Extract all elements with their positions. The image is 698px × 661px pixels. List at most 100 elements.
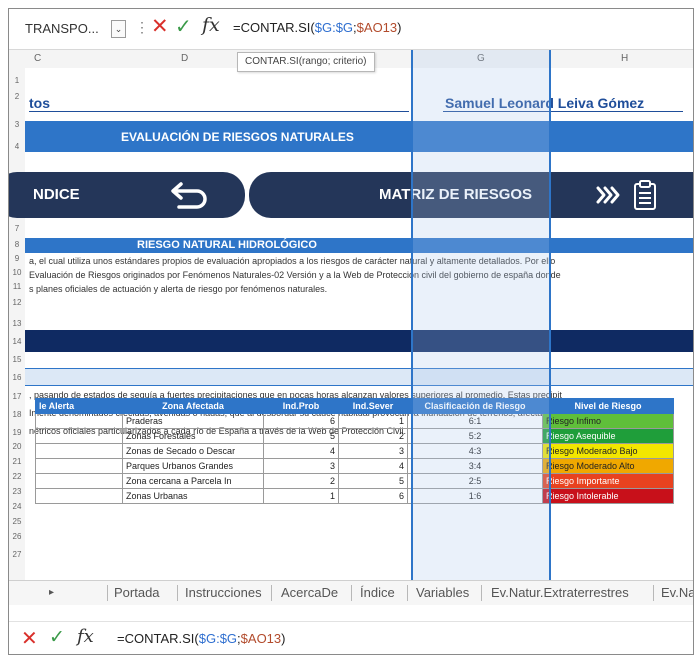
column-heading: le Alerta [35,398,123,414]
risk-level-cell[interactable]: Riesgo Importante [542,473,674,489]
probability-cell[interactable]: 2 [263,473,339,489]
severity-cell[interactable]: 4 [338,458,408,474]
row-header[interactable]: 9 [9,254,25,263]
row-header[interactable]: 11 [9,282,25,291]
row-header[interactable]: 3 [9,120,25,129]
probability-cell[interactable]: 1 [263,488,339,504]
probability-cell[interactable]: 3 [263,458,339,474]
zone-cell[interactable]: Zonas Forestales [122,428,264,444]
row-header[interactable]: 22 [9,472,25,481]
zone-cell[interactable]: Zona cercana a Parcela In [122,473,264,489]
row-header[interactable]: 26 [9,532,25,541]
cancel-icon[interactable]: ✕ [151,14,169,39]
severity-cell[interactable]: 3 [338,443,408,459]
insert-function-icon[interactable]: fx [77,626,94,647]
row-header[interactable]: 7 [9,224,25,233]
formula-suffix: ) [281,631,286,646]
risk-level-cell[interactable]: Riesgo Infimo [542,413,674,429]
column-header[interactable]: D [181,50,188,68]
enter-icon[interactable]: ✓ [49,626,65,649]
severity-cell[interactable]: 2 [338,428,408,444]
severity-cell[interactable]: 5 [338,473,408,489]
row-header[interactable]: 2 [9,92,25,101]
row-header[interactable]: 8 [9,240,25,249]
alert-cell[interactable] [35,443,123,459]
next-sheet-icon[interactable]: ▸ [49,581,54,605]
probability-cell[interactable]: 6 [263,413,339,429]
tab-acercade[interactable]: AcercaDe [281,581,338,605]
risk-level-cell[interactable]: Riesgo Moderado Bajo [542,443,674,459]
row-header[interactable]: 19 [9,428,25,437]
table-row: Parques Urbanos Grandes 3 4 3:4 Riesgo Moder… [35,458,674,474]
tab-ev-na[interactable]: Ev.Na [661,581,693,605]
classification-cell[interactable]: 4:3 [407,443,543,459]
probability-cell[interactable]: 5 [263,428,339,444]
tab-portada[interactable]: Portada [114,581,160,605]
tab-instrucciones[interactable]: Instrucciones [185,581,262,605]
name-box-dropdown-icon[interactable]: ⌄ [111,20,126,38]
row-header[interactable]: 1 [9,76,25,85]
function-tooltip: CONTAR.SI(rango; criterio) [237,52,375,72]
insert-function-icon[interactable]: fx [202,14,220,36]
classification-cell[interactable]: 5:2 [407,428,543,444]
row-header[interactable]: 18 [9,410,25,419]
paragraph-line: Evaluación de Riesgos originados por Fen… [29,270,561,280]
row-header[interactable]: 15 [9,355,25,364]
row-header[interactable]: 27 [9,550,25,559]
name-box[interactable]: TRANSPO... [25,18,119,40]
selection-border-right [549,50,551,580]
classification-cell[interactable]: 1:6 [407,488,543,504]
enter-icon[interactable]: ✓ [175,14,192,39]
classification-cell[interactable]: 6:1 [407,413,543,429]
row-header[interactable]: 12 [9,298,25,307]
tab-indice[interactable]: Índice [360,581,395,605]
alert-cell[interactable] [35,413,123,429]
severity-cell[interactable]: 1 [338,413,408,429]
row-headers: 1 2 3 4 5 6 7 8 9 10 11 12 13 14 15 16 1… [9,68,26,580]
row-header[interactable]: 10 [9,268,25,277]
severity-cell[interactable]: 6 [338,488,408,504]
zone-cell[interactable]: Zonas Urbanas [122,488,264,504]
alert-cell[interactable] [35,458,123,474]
classification-cell[interactable]: 2:5 [407,473,543,489]
more-options-icon[interactable]: ⋮ [135,19,149,36]
zone-cell[interactable]: Parques Urbanos Grandes [122,458,264,474]
formula-input[interactable]: =CONTAR.SI($G:$G;$AO13) [233,18,402,38]
row-header[interactable]: 21 [9,457,25,466]
risk-matrix-button[interactable]: MATRIZ DE RIESGOS [249,172,693,218]
column-header[interactable]: H [621,50,628,68]
risk-matrix-button-label: MATRIZ DE RIESGOS [379,186,533,203]
row-header[interactable]: 25 [9,517,25,526]
row-header[interactable]: 17 [9,392,25,401]
row-header[interactable]: 24 [9,502,25,511]
risk-level-cell[interactable]: Riesgo Moderado Alto [542,458,674,474]
column-header[interactable]: G [477,50,485,68]
risk-table: le Alerta Zona Afectada Ind.Prob Ind.Sev… [35,398,674,504]
alert-cell[interactable] [35,473,123,489]
bottom-formula-bar: ✕ ✓ fx =CONTAR.SI($G:$G;$AO13) [9,621,693,654]
risk-level-cell[interactable]: Riesgo Intolerable [542,488,674,504]
row-header[interactable]: 20 [9,442,25,451]
probability-cell[interactable]: 4 [263,443,339,459]
alert-cell[interactable] [35,488,123,504]
zone-cell[interactable]: Zonas de Secado o Descar [122,443,264,459]
row-header[interactable]: 4 [9,142,25,151]
formula-input[interactable]: =CONTAR.SI($G:$G;$AO13) [117,629,286,649]
index-button-label: NDICE [33,186,80,203]
row-header[interactable]: 16 [9,373,25,382]
row-header[interactable]: 14 [9,337,25,346]
alert-cell[interactable] [35,428,123,444]
sheet-tabs: ▸ Portada Instrucciones AcercaDe Índice … [9,580,693,605]
tab-ev-natur-extraterrestres[interactable]: Ev.Natur.Extraterrestres [491,581,629,605]
classification-cell[interactable]: 3:4 [407,458,543,474]
cancel-icon[interactable]: ✕ [21,626,38,651]
index-button[interactable]: NDICE [9,172,245,218]
navy-band [25,330,693,352]
tab-variables[interactable]: Variables [416,581,469,605]
column-header[interactable]: C [34,50,41,68]
zone-cell[interactable]: Praderas [122,413,264,429]
risk-level-cell[interactable]: Riesgo Asequible [542,428,674,444]
row-header[interactable]: 13 [9,319,25,328]
intro-paragraph: a, el cual utiliza unos estándares propi… [29,254,693,296]
row-header[interactable]: 23 [9,487,25,496]
